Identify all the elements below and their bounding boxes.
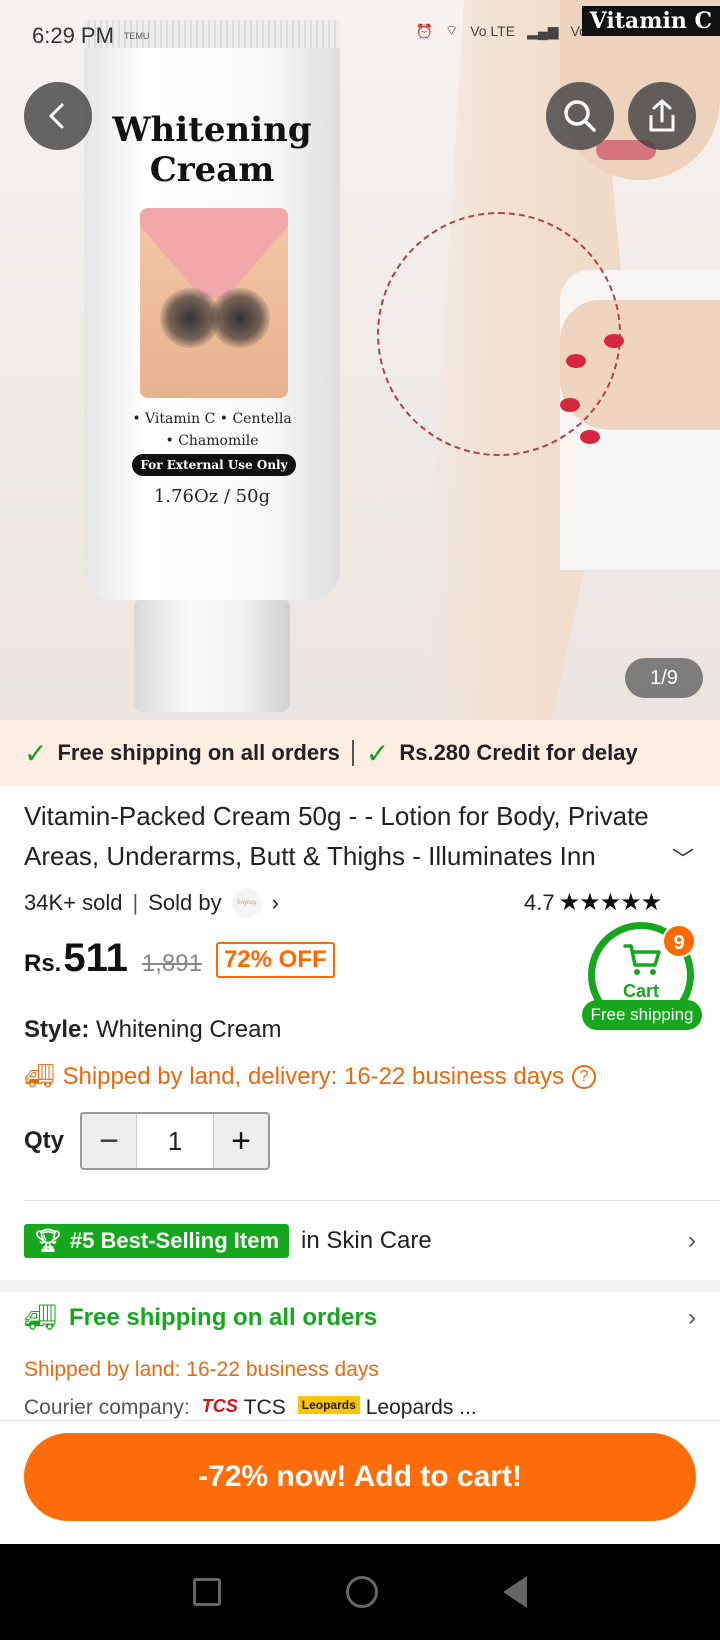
product-tube-image: Whitening Cream • Vitamin C • Centella •… bbox=[84, 20, 340, 712]
chevron-right-icon[interactable]: › bbox=[688, 1304, 696, 1332]
discount-badge: 72% OFF bbox=[215, 942, 335, 978]
share-icon bbox=[649, 99, 675, 132]
benefits-banner: ✓ Free shipping on all orders ✓ Rs.280 C… bbox=[0, 720, 720, 786]
alarm-icon: ⏰ bbox=[415, 22, 434, 39]
sold-by-label[interactable]: Sold by bbox=[148, 890, 221, 916]
underarm-highlight-circle bbox=[377, 212, 621, 456]
rating-stars-icon: ★★★★★ bbox=[558, 889, 663, 916]
tube-ingredients: • Vitamin C • Centella • Chamomile bbox=[84, 408, 340, 452]
system-navigation-bar bbox=[0, 1544, 720, 1640]
tcs-logo: TCS bbox=[201, 1396, 238, 1416]
signal-icon: ▂▄▆ bbox=[527, 22, 559, 39]
truck-icon: 🚚︎ bbox=[24, 1063, 55, 1090]
search-icon bbox=[564, 100, 596, 132]
tube-ingredients-line1: • Vitamin C • Centella bbox=[132, 411, 292, 427]
image-counter: 1/9 bbox=[625, 658, 703, 698]
illustration-dark-spot bbox=[210, 288, 270, 348]
leopards-logo: Leopards bbox=[297, 1396, 360, 1414]
add-to-cart-button[interactable]: -72% now! Add to cart! bbox=[24, 1433, 696, 1521]
banner-credit-for-delay: Rs.280 Credit for delay bbox=[399, 740, 638, 765]
best-selling-label: #5 Best-Selling Item bbox=[69, 1228, 280, 1253]
price-row: Rs. 511 1,891 72% OFF bbox=[24, 936, 335, 982]
quantity-stepper: − 1 + bbox=[80, 1112, 271, 1170]
best-selling-category: in Skin Care bbox=[301, 1227, 432, 1254]
increase-quantity-button[interactable]: + bbox=[214, 1114, 269, 1168]
qty-label: Qty bbox=[24, 1127, 65, 1154]
shipping-note: Shipped by land, delivery: 16-22 busines… bbox=[62, 1062, 565, 1090]
status-app-badge: TEMU bbox=[123, 30, 150, 41]
rating-value: 4.7 bbox=[524, 889, 555, 915]
recent-apps-icon[interactable] bbox=[192, 1578, 221, 1606]
quantity-value[interactable]: 1 bbox=[136, 1114, 215, 1168]
decrease-quantity-button[interactable]: − bbox=[82, 1114, 137, 1168]
checkmark-icon: ✓ bbox=[365, 737, 390, 769]
nail-decoration bbox=[580, 430, 600, 444]
wifi-icon: ⌔ bbox=[445, 22, 459, 38]
best-selling-row[interactable]: 🏆︎ #5 Best-Selling Item in Skin Care › bbox=[24, 1224, 696, 1258]
chevron-left-icon bbox=[49, 103, 64, 129]
tube-illustration bbox=[140, 208, 288, 398]
help-icon[interactable]: ? bbox=[572, 1064, 597, 1089]
banner-free-shipping: Free shipping on all orders bbox=[57, 740, 340, 765]
tube-ingredients-line2: • Chamomile bbox=[165, 433, 259, 449]
banner-divider bbox=[351, 740, 354, 766]
courier-name: Leopards ... bbox=[365, 1396, 477, 1419]
shipping-days: Shipped by land: 16-22 business days bbox=[24, 1358, 379, 1381]
courier-row: Courier company: TCS TCS Leopards Leopar… bbox=[24, 1396, 477, 1420]
cart-icon bbox=[623, 944, 661, 975]
section-divider bbox=[24, 1200, 720, 1201]
back-triangle-icon[interactable] bbox=[503, 1576, 528, 1608]
cart-count-badge: 9 bbox=[662, 924, 696, 958]
style-value: Whitening Cream bbox=[96, 1016, 282, 1043]
tube-size: 1.76Oz / 50g bbox=[153, 486, 271, 507]
chevron-right-icon[interactable]: › bbox=[688, 1227, 696, 1255]
style-label: Style: bbox=[24, 1016, 90, 1043]
bottom-action-bar: -72% now! Add to cart! bbox=[0, 1420, 720, 1544]
search-button[interactable] bbox=[546, 82, 614, 150]
corner-tag: Vitamin C bbox=[581, 6, 720, 36]
chevron-right-icon[interactable]: › bbox=[272, 890, 279, 916]
tube-external-use-label: For External Use Only bbox=[132, 454, 296, 476]
rating[interactable]: 4.7 ★★★★★ bbox=[524, 888, 663, 917]
style-row: Style: Whitening Cream bbox=[24, 1016, 281, 1044]
sold-divider: | bbox=[132, 890, 139, 915]
expand-title-chevron-icon[interactable]: ﹀ bbox=[672, 842, 694, 874]
signal-label: Vo LTE bbox=[470, 23, 516, 39]
product-image-gallery[interactable]: Whitening Cream • Vitamin C • Centella •… bbox=[0, 0, 720, 720]
section-gap bbox=[0, 1280, 720, 1292]
sale-price: 511 bbox=[63, 936, 128, 980]
back-button[interactable] bbox=[24, 82, 92, 150]
original-price: 1,891 bbox=[141, 950, 202, 977]
checkmark-icon: ✓ bbox=[24, 737, 48, 769]
quantity-row: Qty − 1 + bbox=[24, 1112, 271, 1170]
sold-count: 34K+ sold bbox=[24, 890, 123, 915]
shipping-section-title: Free shipping on all orders bbox=[69, 1303, 378, 1331]
truck-icon: 🚚︎ bbox=[24, 1302, 58, 1332]
cart-label: Cart bbox=[622, 981, 659, 1001]
status-bar: 6:29 PM TEMU ⏰ ⌔ Vo LTE ▂▄▆ Vo LTE K/S V… bbox=[0, 0, 720, 72]
seller-logo[interactable]: Soyouy bbox=[231, 888, 262, 918]
home-icon[interactable] bbox=[345, 1576, 378, 1608]
courier-label: Courier company: bbox=[24, 1396, 190, 1419]
courier-name: TCS bbox=[243, 1396, 286, 1419]
currency: Rs. bbox=[24, 950, 62, 977]
trophy-icon: 🏆︎ bbox=[34, 1228, 62, 1253]
status-time: 6:29 PM bbox=[32, 23, 114, 48]
share-button[interactable] bbox=[628, 82, 696, 150]
cart-free-shipping-pill: Free shipping bbox=[582, 1000, 702, 1030]
product-title[interactable]: Vitamin-Packed Cream 50g - - Lotion for … bbox=[24, 796, 694, 876]
tube-cap bbox=[134, 600, 290, 712]
shipping-note-row[interactable]: 🚚︎ Shipped by land, delivery: 16-22 busi… bbox=[24, 1062, 597, 1091]
sold-row: 34K+ sold | Sold by Soyouy › bbox=[24, 888, 279, 918]
tube-title: Whitening Cream bbox=[112, 110, 312, 190]
best-selling-badge: 🏆︎ #5 Best-Selling Item bbox=[24, 1224, 290, 1258]
shipping-section-header[interactable]: 🚚︎ Free shipping on all orders › bbox=[24, 1302, 696, 1333]
illustration-pants bbox=[140, 208, 288, 298]
